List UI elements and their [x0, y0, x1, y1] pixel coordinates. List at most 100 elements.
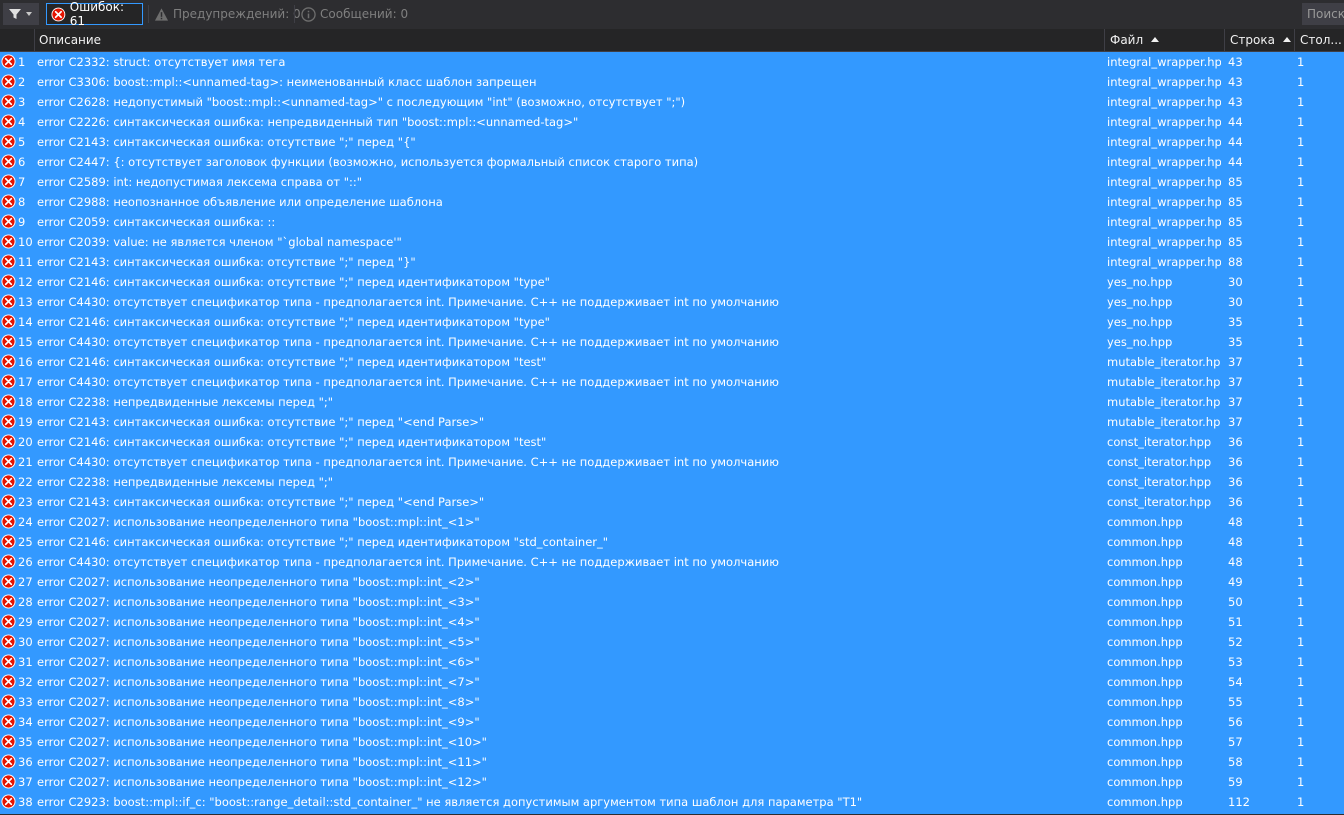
table-row[interactable]: 15 error C4430: отсутствует спецификатор … — [0, 332, 1344, 352]
error-description: error C2146: синтаксическая ошибка: отсу… — [37, 315, 550, 329]
row-number: 2 — [18, 75, 26, 89]
error-description: error C2027: использование неопределенно… — [37, 575, 480, 589]
row-number: 28 — [18, 595, 33, 609]
error-column: 1 — [1297, 315, 1305, 329]
filter-button[interactable] — [3, 3, 39, 25]
column-divider[interactable] — [1294, 29, 1295, 51]
table-row[interactable]: 37 error C2027: использование неопределен… — [0, 772, 1344, 792]
table-row[interactable]: 7 error C2589: int: недопустимая лексема … — [0, 172, 1344, 192]
error-line: 54 — [1228, 675, 1243, 689]
error-icon — [1, 774, 16, 789]
error-line: 30 — [1228, 275, 1243, 289]
error-column: 1 — [1297, 595, 1305, 609]
error-line: 85 — [1228, 195, 1243, 209]
table-row[interactable]: 34 error C2027: использование неопределен… — [0, 712, 1344, 732]
table-row[interactable]: 21 error C4430: отсутствует спецификатор … — [0, 452, 1344, 472]
error-description: error C2238: непредвиденные лексемы пере… — [37, 395, 334, 409]
row-number: 16 — [18, 355, 33, 369]
table-row[interactable]: 22 error C2238: непредвиденные лексемы пе… — [0, 472, 1344, 492]
warnings-filter-toggle[interactable]: Предупреждений: 0 — [154, 3, 301, 25]
table-row[interactable]: 9 error C2059: синтаксическая ошибка: :: i… — [0, 212, 1344, 232]
error-description: error C2027: использование неопределенно… — [37, 635, 480, 649]
error-column: 1 — [1297, 615, 1305, 629]
error-column: 1 — [1297, 655, 1305, 669]
column-divider[interactable] — [1104, 29, 1105, 51]
error-column: 1 — [1297, 555, 1305, 569]
table-row[interactable]: 38 error C2923: boost::mpl::if_c: "boost:… — [0, 792, 1344, 812]
error-file: common.hpp — [1107, 635, 1183, 649]
column-divider[interactable] — [1224, 29, 1225, 51]
error-file: integral_wrapper.hpp — [1107, 75, 1221, 89]
column-header-file[interactable]: Файл — [1110, 29, 1160, 51]
error-description: error C2027: использование неопределенно… — [37, 595, 480, 609]
messages-filter-toggle[interactable]: Сообщений: 0 — [301, 3, 408, 25]
table-row[interactable]: 6 error C2447: {: отсутствует заголовок ф… — [0, 152, 1344, 172]
column-divider[interactable] — [34, 29, 35, 51]
table-row[interactable]: 2 error C3306: boost::mpl::<unnamed-tag>:… — [0, 72, 1344, 92]
error-line: 85 — [1228, 175, 1243, 189]
table-row[interactable]: 3 error C2628: недопустимый "boost::mpl::… — [0, 92, 1344, 112]
error-description: error C2039: value: не является членом "… — [37, 235, 402, 249]
error-column: 1 — [1297, 635, 1305, 649]
error-icon — [1, 174, 16, 189]
table-row[interactable]: 10 error C2039: value: не является членом… — [0, 232, 1344, 252]
column-header-description[interactable]: Описание — [39, 29, 101, 51]
table-row[interactable]: 12 error C2146: синтаксическая ошибка: от… — [0, 272, 1344, 292]
error-list-table: 1 error C2332: struct: отсутствует имя те… — [0, 52, 1344, 814]
row-number: 34 — [18, 715, 33, 729]
table-row[interactable]: 5 error C2143: синтаксическая ошибка: отс… — [0, 132, 1344, 152]
table-row[interactable]: 19 error C2143: синтаксическая ошибка: от… — [0, 412, 1344, 432]
table-row[interactable]: 20 error C2146: синтаксическая ошибка: от… — [0, 432, 1344, 452]
error-line: 37 — [1228, 395, 1243, 409]
errors-count-label: Ошибок: 61 — [69, 0, 125, 28]
error-description: error C2143: синтаксическая ошибка: отсу… — [37, 495, 485, 509]
table-row[interactable]: 31 error C2027: использование неопределен… — [0, 652, 1344, 672]
error-file: integral_wrapper.hpp — [1107, 175, 1221, 189]
column-header-line[interactable]: Строка — [1230, 29, 1291, 51]
table-row[interactable]: 16 error C2146: синтаксическая ошибка: от… — [0, 352, 1344, 372]
error-file: integral_wrapper.hpp — [1107, 255, 1221, 269]
table-row[interactable]: 28 error C2027: использование неопределен… — [0, 592, 1344, 612]
error-description: error C2027: использование неопределенно… — [37, 735, 487, 749]
error-column: 1 — [1297, 775, 1305, 789]
chevron-down-icon[interactable] — [26, 12, 32, 16]
error-description: error C4430: отсутствует спецификатор ти… — [37, 555, 779, 569]
errors-filter-toggle[interactable]: Ошибок: 61 — [46, 0, 143, 28]
row-number: 6 — [18, 155, 26, 169]
error-icon — [1, 234, 16, 249]
error-description: error C2027: использование неопределенно… — [37, 715, 480, 729]
table-row[interactable]: 24 error C2027: использование неопределен… — [0, 512, 1344, 532]
table-row[interactable]: 14 error C2146: синтаксическая ошибка: от… — [0, 312, 1344, 332]
error-column: 1 — [1297, 535, 1305, 549]
table-row[interactable]: 36 error C2027: использование неопределен… — [0, 752, 1344, 772]
error-column: 1 — [1297, 755, 1305, 769]
table-row[interactable]: 4 error C2226: синтаксическая ошибка: неп… — [0, 112, 1344, 132]
error-line: 37 — [1228, 355, 1243, 369]
error-description: error C2447: {: отсутствует заголовок фу… — [37, 155, 699, 169]
table-row[interactable]: 33 error C2027: использование неопределен… — [0, 692, 1344, 712]
table-row[interactable]: 26 error C4430: отсутствует спецификатор … — [0, 552, 1344, 572]
error-column: 1 — [1297, 695, 1305, 709]
table-row[interactable]: 1 error C2332: struct: отсутствует имя те… — [0, 52, 1344, 72]
table-row[interactable]: 11 error C2143: синтаксическая ошибка: от… — [0, 252, 1344, 272]
error-icon — [1, 354, 16, 369]
table-row[interactable]: 18 error C2238: непредвиденные лексемы пе… — [0, 392, 1344, 412]
table-row[interactable]: 13 error C4430: отсутствует спецификатор … — [0, 292, 1344, 312]
table-row[interactable]: 27 error C2027: использование неопределен… — [0, 572, 1344, 592]
error-icon — [1, 114, 16, 129]
search-input[interactable]: Поиск — [1302, 3, 1344, 25]
column-header-column[interactable]: Стол... — [1300, 29, 1342, 51]
table-row[interactable]: 23 error C2143: синтаксическая ошибка: от… — [0, 492, 1344, 512]
table-row[interactable]: 35 error C2027: использование неопределен… — [0, 732, 1344, 752]
table-row[interactable]: 30 error C2027: использование неопределен… — [0, 632, 1344, 652]
error-file: common.hpp — [1107, 535, 1183, 549]
error-icon — [1, 494, 16, 509]
table-row[interactable]: 25 error C2146: синтаксическая ошибка: от… — [0, 532, 1344, 552]
table-row[interactable]: 32 error C2027: использование неопределен… — [0, 672, 1344, 692]
error-icon — [1, 294, 16, 309]
error-column: 1 — [1297, 395, 1305, 409]
table-row[interactable]: 17 error C4430: отсутствует спецификатор … — [0, 372, 1344, 392]
table-row[interactable]: 8 error C2988: неопознанное объявление ил… — [0, 192, 1344, 212]
error-icon — [1, 274, 16, 289]
table-row[interactable]: 29 error C2027: использование неопределен… — [0, 612, 1344, 632]
